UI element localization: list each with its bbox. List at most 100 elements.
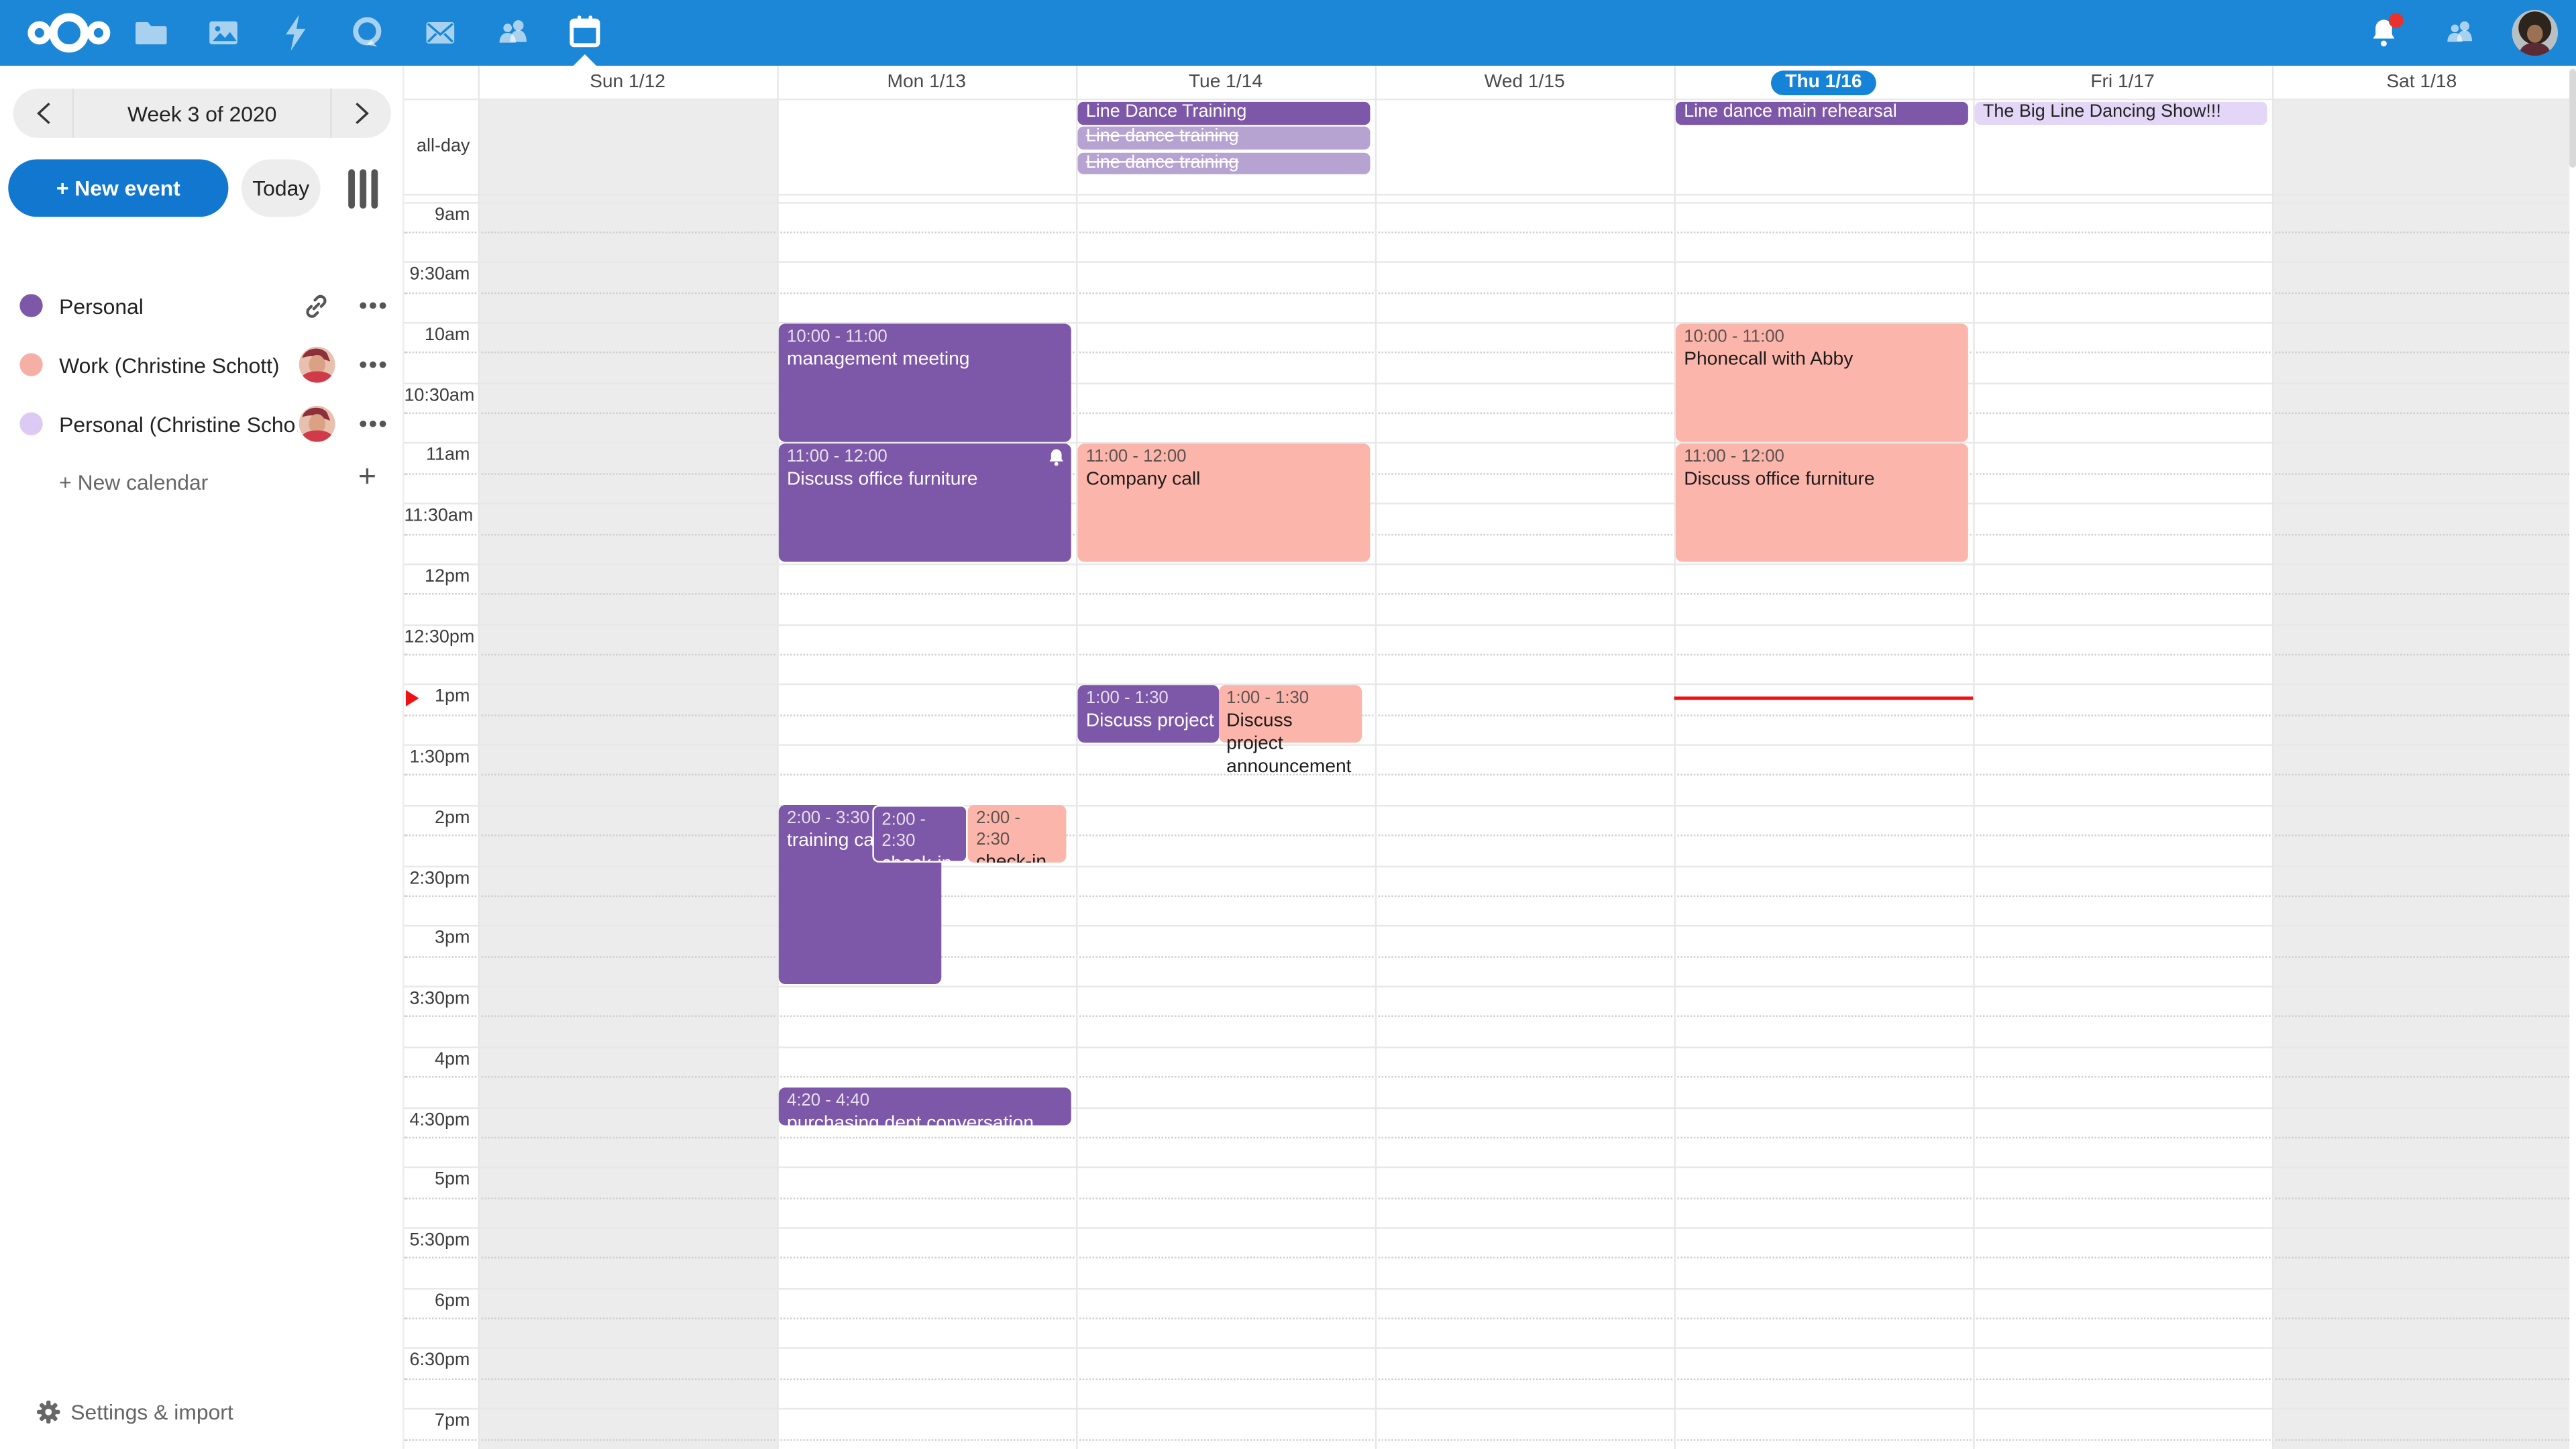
- event-card[interactable]: 1:00 - 1:30Discuss project announcement: [1218, 685, 1362, 743]
- time-axis-label: 3:30pm: [404, 989, 470, 1008]
- week-label-button[interactable]: Week 3 of 2020: [72, 89, 332, 138]
- calendar-list-item[interactable]: Work (Christine Schott): [0, 335, 402, 394]
- calendar-icon: [567, 13, 603, 53]
- allday-event-card[interactable]: Line dance training: [1078, 152, 1371, 174]
- allday-event-card[interactable]: The Big Line Dancing Show!!!: [1975, 102, 2267, 124]
- calendar-list-item[interactable]: Personal (Christine Scho...: [0, 394, 402, 453]
- half-hour-line: [404, 624, 2569, 625]
- allday-event-title: The Big Line Dancing Show!!!: [1983, 102, 2221, 121]
- time-axis-label: 5:30pm: [404, 1230, 470, 1250]
- event-title: purchasing dept conversation: [787, 1112, 1063, 1125]
- top-bar: [0, 0, 2576, 66]
- half-hour-line: [404, 985, 2569, 987]
- calendar-actions-menu[interactable]: [354, 288, 393, 324]
- quarter-hour-line: [404, 1136, 2569, 1138]
- event-card[interactable]: 10:00 - 11:00Phonecall with Abby: [1676, 323, 1968, 441]
- allday-event-card[interactable]: Line dance training: [1078, 127, 1371, 149]
- talk-app-icon[interactable]: [332, 0, 405, 66]
- view-switcher-button[interactable]: [348, 169, 378, 209]
- event-title: check-in: [881, 853, 958, 863]
- next-week-button[interactable]: [332, 89, 391, 138]
- event-title: Discuss project announcement: [1086, 710, 1210, 733]
- today-button[interactable]: Today: [241, 160, 321, 217]
- event-card[interactable]: 10:00 - 11:00management meeting: [779, 323, 1071, 441]
- event-card[interactable]: 2:00 - 2:30check-in: [872, 806, 968, 863]
- event-time: 2:00 - 2:30: [976, 809, 1057, 852]
- time-axis-label: 4:30pm: [404, 1110, 470, 1129]
- event-card[interactable]: 11:00 - 12:00Company call: [1078, 443, 1371, 561]
- people-icon: [2441, 16, 2477, 49]
- event-title: Discuss office furniture: [787, 468, 1063, 491]
- day-header-mon[interactable]: Mon 1/13: [777, 66, 1076, 99]
- quarter-hour-line: [404, 775, 2569, 776]
- scrollbar-thumb[interactable]: [2569, 69, 2576, 168]
- half-hour-line: [404, 443, 2569, 444]
- calendar-list-item[interactable]: Personal: [0, 276, 402, 335]
- nextcloud-logo-icon: [26, 8, 111, 57]
- column-divider: [1076, 66, 1077, 1449]
- contacts-menu-button[interactable]: [2431, 0, 2487, 66]
- files-app-icon[interactable]: [115, 0, 187, 66]
- new-calendar-label: + New calendar: [59, 470, 208, 494]
- day-header-label: Sun 1/12: [590, 72, 665, 92]
- previous-week-button[interactable]: [13, 89, 72, 138]
- event-card[interactable]: 1:00 - 1:30Discuss project announcement: [1078, 685, 1218, 743]
- event-card[interactable]: 2:00 - 2:30check-in: [968, 806, 1065, 863]
- topbar-right: [2356, 0, 2563, 66]
- allday-event-card[interactable]: Line Dance Training: [1078, 102, 1371, 124]
- mail-app-icon[interactable]: [404, 0, 476, 66]
- day-header-sat[interactable]: Sat 1/18: [2272, 66, 2571, 99]
- activity-app-icon[interactable]: [260, 0, 332, 66]
- time-axis-label: 10am: [404, 325, 470, 345]
- time-axis-label: 11:30am: [404, 506, 470, 526]
- event-card[interactable]: 11:00 - 12:00Discuss office furniture: [779, 443, 1071, 561]
- half-hour-line: [404, 926, 2569, 927]
- calendar-actions-menu[interactable]: [354, 347, 393, 383]
- calendar-app-icon[interactable]: [549, 0, 621, 66]
- half-hour-line: [404, 564, 2569, 565]
- app-window: Week 3 of 2020 + New event Today Persona…: [0, 0, 2576, 1449]
- all-day-label: all-day: [404, 136, 470, 156]
- quarter-hour-line: [404, 1438, 2569, 1440]
- calendar-name: Work (Christine Schott): [59, 352, 297, 377]
- event-title: Phonecall with Abby: [1684, 347, 1960, 370]
- half-hour-line: [404, 1167, 2569, 1168]
- settings-import-button[interactable]: Settings & import: [0, 1383, 402, 1439]
- allday-event-card[interactable]: Line dance main rehearsal: [1676, 102, 1968, 124]
- day-header-tue[interactable]: Tue 1/14: [1076, 66, 1375, 99]
- day-header-wed[interactable]: Wed 1/15: [1375, 66, 1674, 99]
- quarter-hour-line: [404, 533, 2569, 535]
- new-calendar-button[interactable]: + New calendar+: [0, 453, 402, 513]
- notification-dot: [2389, 13, 2404, 28]
- day-header-label: Fri 1/17: [2090, 72, 2155, 92]
- quarter-hour-line: [404, 1016, 2569, 1017]
- photos-app-icon[interactable]: [187, 0, 260, 66]
- half-hour-line: [404, 262, 2569, 263]
- event-time: 4:20 - 4:40: [787, 1091, 1063, 1112]
- event-time: 11:00 - 12:00: [1684, 447, 1960, 468]
- user-avatar-button[interactable]: [2507, 0, 2563, 66]
- event-card[interactable]: 4:20 - 4:40purchasing dept conversation: [779, 1087, 1071, 1125]
- calendar-color-dot: [19, 413, 42, 435]
- quarter-hour-line: [404, 1197, 2569, 1198]
- quarter-hour-line: [404, 594, 2569, 595]
- quarter-hour-line: [404, 413, 2569, 414]
- nextcloud-logo[interactable]: [19, 0, 118, 66]
- vertical-scrollbar[interactable]: [2569, 66, 2576, 1449]
- week-navigation: Week 3 of 2020: [13, 89, 391, 138]
- half-hour-line: [404, 1227, 2569, 1228]
- new-event-button[interactable]: + New event: [8, 160, 228, 217]
- event-time: 10:00 - 11:00: [1684, 326, 1960, 347]
- share-link-icon[interactable]: [297, 288, 333, 324]
- day-header-fri[interactable]: Fri 1/17: [1973, 66, 2272, 99]
- half-hour-line: [404, 1106, 2569, 1108]
- column-divider: [2272, 66, 2273, 1449]
- day-header-thu[interactable]: Thu 1/16: [1674, 66, 1974, 99]
- day-header-sun[interactable]: Sun 1/12: [478, 66, 777, 99]
- day-header-label: Mon 1/13: [887, 72, 965, 92]
- calendar-actions-menu[interactable]: [354, 406, 393, 442]
- event-title: management meeting: [787, 347, 1063, 370]
- notifications-button[interactable]: [2356, 0, 2412, 66]
- event-card[interactable]: 11:00 - 12:00Discuss office furniture: [1676, 443, 1968, 561]
- contacts-app-icon[interactable]: [476, 0, 549, 66]
